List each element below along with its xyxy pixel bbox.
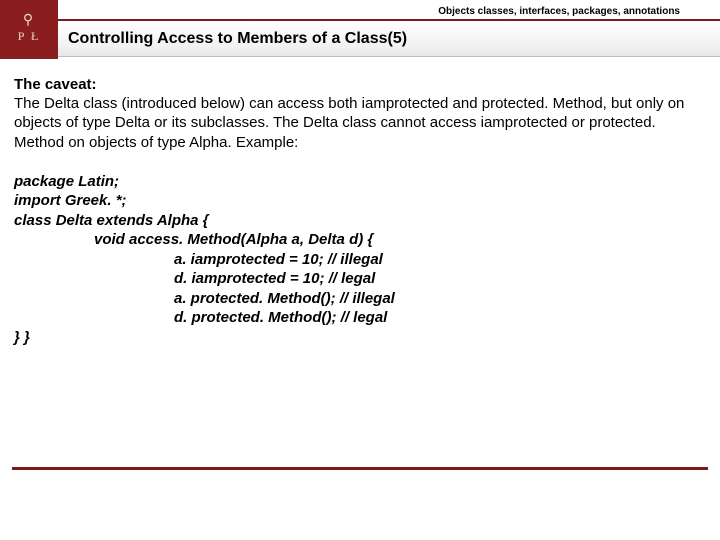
- code-line: a. protected. Method(); // illegal: [14, 289, 706, 309]
- code-line: void access. Method(Alpha a, Delta d) {: [14, 230, 706, 250]
- slide-header: Objects classes, interfaces, packages, a…: [0, 0, 720, 57]
- code-line: d. iamprotected = 10; // legal: [14, 269, 706, 289]
- code-example: package Latin; import Greek. *; class De…: [14, 172, 706, 348]
- footer-divider: [12, 467, 708, 470]
- caveat-heading: The caveat:: [14, 76, 97, 93]
- logo-letters: P Ł: [18, 29, 41, 43]
- code-line: d. protected. Method(); // legal: [14, 308, 706, 328]
- logo-symbol: ⚲: [18, 13, 41, 28]
- code-line: a. iamprotected = 10; // illegal: [14, 250, 706, 270]
- caveat-body: The Delta class (introduced below) can a…: [14, 95, 684, 150]
- logo-text: ⚲ P Ł: [18, 13, 41, 44]
- caveat-section: The caveat: The Delta class (introduced …: [14, 75, 706, 152]
- code-line: package Latin;: [14, 172, 706, 192]
- code-line: import Greek. *;: [14, 191, 706, 211]
- slide-content: The caveat: The Delta class (introduced …: [0, 57, 720, 347]
- code-line: class Delta extends Alpha {: [14, 211, 706, 231]
- university-logo: ⚲ P Ł: [0, 0, 58, 59]
- code-line: } }: [14, 328, 706, 348]
- slide-title: Controlling Access to Members of a Class…: [58, 21, 720, 56]
- title-bar: ⚲ P Ł Controlling Access to Members of a…: [0, 19, 720, 57]
- topic-label: Objects classes, interfaces, packages, a…: [0, 0, 720, 19]
